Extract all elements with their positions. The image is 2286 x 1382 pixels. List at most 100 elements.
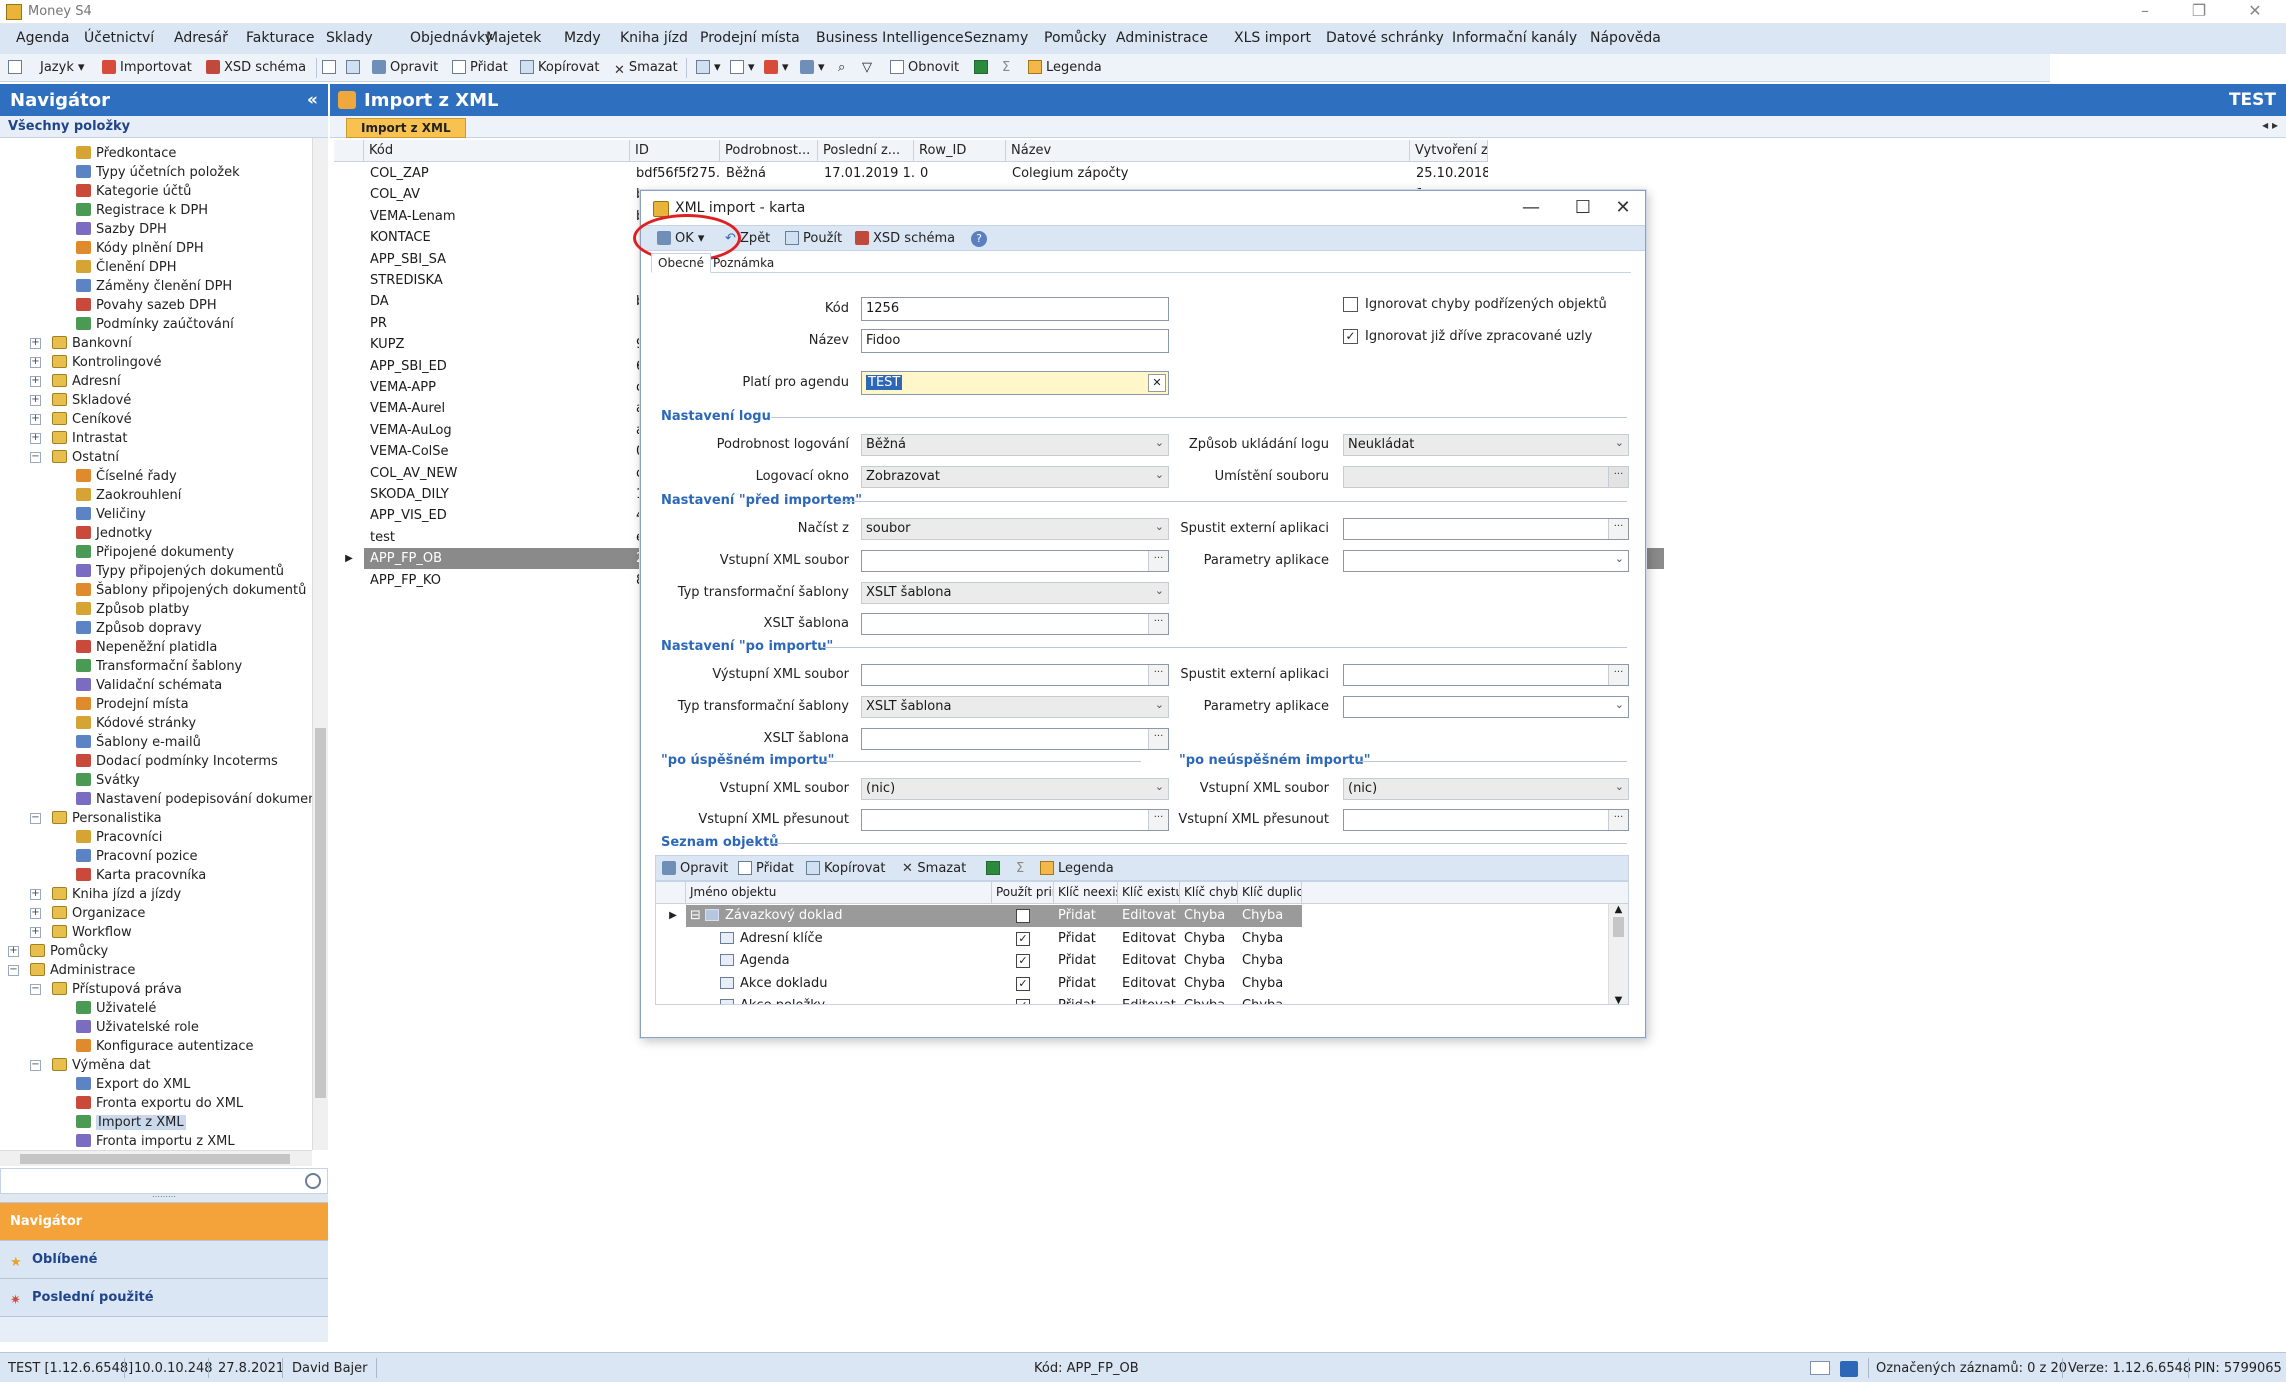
navigator-item[interactable]: Pracovní pozice: [76, 847, 198, 866]
add-button[interactable]: Přidat: [452, 60, 508, 75]
objects-cell[interactable]: Chyba: [1180, 928, 1225, 950]
delete-button[interactable]: ✕ Smazat: [614, 60, 678, 78]
menu-item[interactable]: Objednávky: [410, 30, 493, 46]
menu-item[interactable]: Business Intelligence: [816, 30, 964, 46]
legend-button[interactable]: Legenda: [1028, 60, 1102, 75]
navigator-item[interactable]: Export do XML: [76, 1075, 190, 1094]
use-primary-checkbox[interactable]: ✓: [1016, 931, 1030, 946]
navigator-item[interactable]: Dodací podmínky Incoterms: [76, 752, 278, 771]
objects-cell[interactable]: Přidat: [1054, 905, 1096, 927]
navigator-item[interactable]: Zaokrouhlení: [76, 486, 181, 505]
navigator-item[interactable]: Způsob platby: [76, 600, 189, 619]
import-button[interactable]: Importovat: [102, 60, 192, 75]
menu-item[interactable]: Agenda: [16, 30, 69, 46]
expand-toggle-icon[interactable]: −: [8, 965, 19, 976]
sum-button[interactable]: Σ: [1002, 60, 1010, 75]
navigator-item[interactable]: Členění DPH: [76, 258, 177, 277]
file-location-input[interactable]: ···: [1343, 466, 1629, 488]
help-button[interactable]: ?: [971, 231, 987, 247]
close-window-button[interactable]: ✕: [2232, 0, 2278, 22]
objects-cell[interactable]: Chyba: [1180, 995, 1225, 1004]
objects-cell[interactable]: Editovat: [1118, 950, 1176, 972]
menu-item[interactable]: Adresář: [174, 30, 228, 46]
column-header[interactable]: Poslední z...: [818, 140, 914, 162]
navigator-item[interactable]: − Výměna dat: [30, 1056, 151, 1075]
expand-toggle-icon[interactable]: +: [30, 414, 41, 425]
transform-type-select[interactable]: XSLT šablona ⌄: [861, 582, 1169, 604]
use-primary-checkbox[interactable]: ✓: [1016, 954, 1030, 968]
rss-icon[interactable]: [1840, 1361, 1858, 1377]
objects-column-header[interactable]: Jméno objektu: [686, 882, 992, 904]
objects-sum-button[interactable]: Σ: [1016, 861, 1024, 876]
navigator-item[interactable]: + Workflow: [30, 923, 132, 942]
language-dropdown[interactable]: Jazyk ▾: [40, 60, 85, 75]
navigator-item[interactable]: Konfigurace autentizace: [76, 1037, 254, 1056]
navigator-item[interactable]: − Personalistika: [30, 809, 162, 828]
save-layout-icon[interactable]: [322, 60, 340, 75]
kod-input[interactable]: 1256: [861, 297, 1169, 321]
objects-cell[interactable]: Editovat: [1118, 905, 1176, 927]
navigator-search-input[interactable]: [0, 1168, 328, 1194]
menu-item[interactable]: Sklady: [326, 30, 373, 46]
navigator-item[interactable]: Transformační šablony: [76, 657, 242, 676]
tree-toggle-icon[interactable]: ⊟: [690, 908, 705, 923]
navigator-item[interactable]: Podmínky zaúčtování: [76, 315, 234, 334]
navigator-all-items[interactable]: Všechny položky: [0, 116, 328, 138]
navigator-item[interactable]: Kódové stránky: [76, 714, 196, 733]
dialog-xsd-button[interactable]: XSD schéma: [855, 231, 955, 246]
menu-item[interactable]: Pomůcky: [1044, 30, 1107, 46]
objects-row[interactable]: Adresní klíče ✓ Přidat Editovat Chyba Chyba: [656, 928, 1302, 950]
collapse-navigator-button[interactable]: «: [307, 90, 318, 110]
use-primary-checkbox[interactable]: ✓: [1016, 976, 1030, 991]
objects-cell[interactable]: Chyba: [1238, 905, 1283, 927]
objects-copy-button[interactable]: Kopírovat: [806, 861, 885, 876]
expand-toggle-icon[interactable]: +: [30, 908, 41, 919]
menu-item[interactable]: XLS import: [1234, 30, 1311, 46]
expand-toggle-icon[interactable]: +: [30, 357, 41, 368]
objects-cell[interactable]: Editovat: [1118, 973, 1176, 995]
navigator-item[interactable]: + Intrastat: [30, 429, 127, 448]
load-from-select[interactable]: soubor ⌄: [861, 518, 1169, 540]
layout-icon[interactable]: [8, 60, 26, 75]
navigator-item[interactable]: + Bankovní: [30, 334, 132, 353]
dialog-close-button[interactable]: ✕: [1603, 193, 1643, 223]
navigator-item[interactable]: Typy připojených dokumentů: [76, 562, 284, 581]
apply-button[interactable]: Použít: [785, 231, 842, 246]
input-xml-input[interactable]: ···: [861, 550, 1169, 572]
navigator-item[interactable]: Povahy sazeb DPH: [76, 296, 217, 315]
agenda-input[interactable]: TEST ✕: [861, 371, 1169, 395]
objects-column-header[interactable]: Klíč existuje: [1118, 882, 1180, 904]
objects-cell[interactable]: Přidat: [1054, 950, 1096, 972]
objects-column-header[interactable]: Použít prim...: [992, 882, 1054, 904]
navigator-item[interactable]: + Skladové: [30, 391, 131, 410]
column-header[interactable]: Název: [1006, 140, 1410, 162]
navigator-item[interactable]: Import z XML: [76, 1113, 186, 1132]
navigator-item[interactable]: − Administrace: [8, 961, 135, 980]
success-move-input[interactable]: ···: [861, 809, 1169, 831]
refresh-button[interactable]: Obnovit: [890, 60, 959, 75]
navigator-item[interactable]: Šablony e-mailů: [76, 733, 201, 752]
navigator-item[interactable]: + Kontrolingové: [30, 353, 162, 372]
navigator-item[interactable]: + Kniha jízd a jízdy: [30, 885, 181, 904]
menu-item[interactable]: Mzdy: [564, 30, 601, 46]
menu-item[interactable]: Účetnictví: [84, 30, 154, 46]
log-storage-select[interactable]: Neukládat ⌄: [1343, 434, 1629, 456]
objects-delete-button[interactable]: ✕ Smazat: [902, 861, 966, 876]
column-header[interactable]: Row_ID: [914, 140, 1006, 162]
column-header[interactable]: Podrobnost...: [720, 140, 818, 162]
objects-cell[interactable]: Chyba: [1238, 928, 1283, 950]
objects-legend-button[interactable]: Legenda: [1040, 861, 1114, 876]
use-primary-checkbox[interactable]: ✓: [1016, 999, 1030, 1004]
navigator-item[interactable]: Záměny členění DPH: [76, 277, 232, 296]
tab-import-z-xml[interactable]: Import z XML: [346, 118, 466, 138]
navigator-item[interactable]: Připojené dokumenty: [76, 543, 234, 562]
objects-cell[interactable]: Chyba: [1238, 995, 1283, 1004]
navigator-item[interactable]: Nastavení podepisování dokumentů: [76, 790, 312, 809]
report-button[interactable]: ▾: [800, 60, 825, 75]
objects-cell[interactable]: Chyba: [1180, 905, 1225, 927]
grid-icon[interactable]: [346, 60, 364, 75]
edit-button[interactable]: Opravit: [372, 60, 438, 75]
objects-row[interactable]: Akce dokladu ✓ Přidat Editovat Chyba Chyba: [656, 973, 1302, 995]
navigator-item[interactable]: Způsob dopravy: [76, 619, 202, 638]
log-window-select[interactable]: Zobrazovat ⌄: [861, 466, 1169, 488]
